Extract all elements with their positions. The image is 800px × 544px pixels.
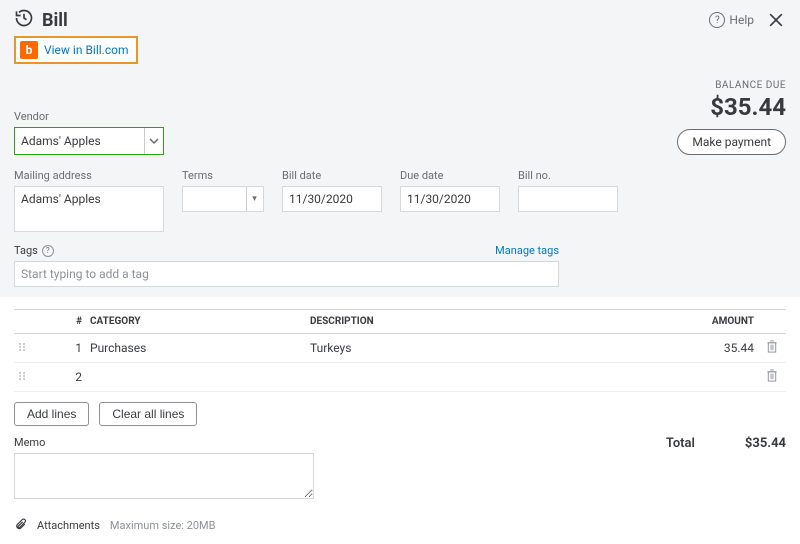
attachments-max-hint: Maximum size: 20MB [110, 519, 216, 532]
total-value: $35.44 [745, 436, 786, 451]
row-description[interactable] [306, 363, 638, 392]
tags-label: Tags [14, 244, 38, 257]
due-date-label: Due date [400, 169, 500, 182]
header-bar: Bill ? Help [0, 0, 800, 36]
col-header-category: CATEGORY [86, 310, 306, 334]
make-payment-button[interactable]: Make payment [677, 129, 786, 155]
chevron-down-icon [144, 128, 162, 154]
memo-label: Memo [14, 436, 314, 449]
drag-handle-icon[interactable] [14, 334, 36, 363]
history-icon[interactable] [14, 8, 34, 32]
vendor-select[interactable]: Adams' Apples [14, 127, 164, 155]
row-amount[interactable] [638, 363, 758, 392]
delete-row-icon[interactable] [758, 363, 786, 392]
line-items-table: # CATEGORY DESCRIPTION AMOUNT 1 Purchase… [14, 309, 786, 392]
view-in-billcom-link[interactable]: b View in Bill.com [14, 36, 138, 64]
row-category[interactable] [86, 363, 306, 392]
row-amount[interactable]: 35.44 [638, 334, 758, 363]
col-header-amount: AMOUNT [638, 310, 758, 334]
balance-due-amount: $35.44 [677, 93, 786, 121]
view-in-billcom-label: View in Bill.com [44, 43, 128, 57]
add-lines-button[interactable]: Add lines [14, 402, 89, 426]
help-label: Help [729, 13, 754, 27]
col-header-num: # [36, 310, 86, 334]
paperclip-icon[interactable] [14, 517, 27, 534]
close-icon[interactable] [766, 10, 786, 30]
attachments-label[interactable]: Attachments [37, 519, 100, 532]
terms-label: Terms [182, 169, 264, 182]
row-num: 2 [36, 363, 86, 392]
bill-no-input[interactable] [518, 186, 618, 212]
bill-date-input[interactable] [282, 186, 382, 212]
delete-row-icon[interactable] [758, 334, 786, 363]
clear-all-lines-button[interactable]: Clear all lines [99, 402, 197, 426]
col-header-description: DESCRIPTION [306, 310, 638, 334]
manage-tags-link[interactable]: Manage tags [495, 244, 559, 257]
mailing-address-label: Mailing address [14, 169, 164, 182]
memo-input[interactable] [14, 453, 314, 499]
page-title: Bill [42, 10, 68, 31]
tags-input[interactable] [14, 261, 559, 287]
row-category[interactable]: Purchases [86, 334, 306, 363]
row-num: 1 [36, 334, 86, 363]
bill-date-label: Bill date [282, 169, 382, 182]
help-icon: ? [709, 12, 725, 28]
tags-info-icon[interactable]: ? [42, 245, 54, 257]
bill-no-label: Bill no. [518, 169, 618, 182]
help-link[interactable]: ? Help [709, 12, 754, 28]
table-row[interactable]: 2 [14, 363, 786, 392]
table-row[interactable]: 1 Purchases Turkeys 35.44 [14, 334, 786, 363]
total-label: Total [666, 436, 695, 451]
terms-select[interactable]: ▾ [182, 186, 264, 212]
row-description[interactable]: Turkeys [306, 334, 638, 363]
billcom-icon: b [20, 41, 38, 59]
caret-down-icon: ▾ [246, 187, 262, 211]
drag-handle-icon[interactable] [14, 363, 36, 392]
mailing-address-input[interactable]: Adams' Apples [14, 186, 164, 232]
balance-due-label: BALANCE DUE [677, 80, 786, 91]
vendor-value: Adams' Apples [21, 134, 101, 148]
vendor-label: Vendor [14, 110, 164, 123]
due-date-input[interactable] [400, 186, 500, 212]
